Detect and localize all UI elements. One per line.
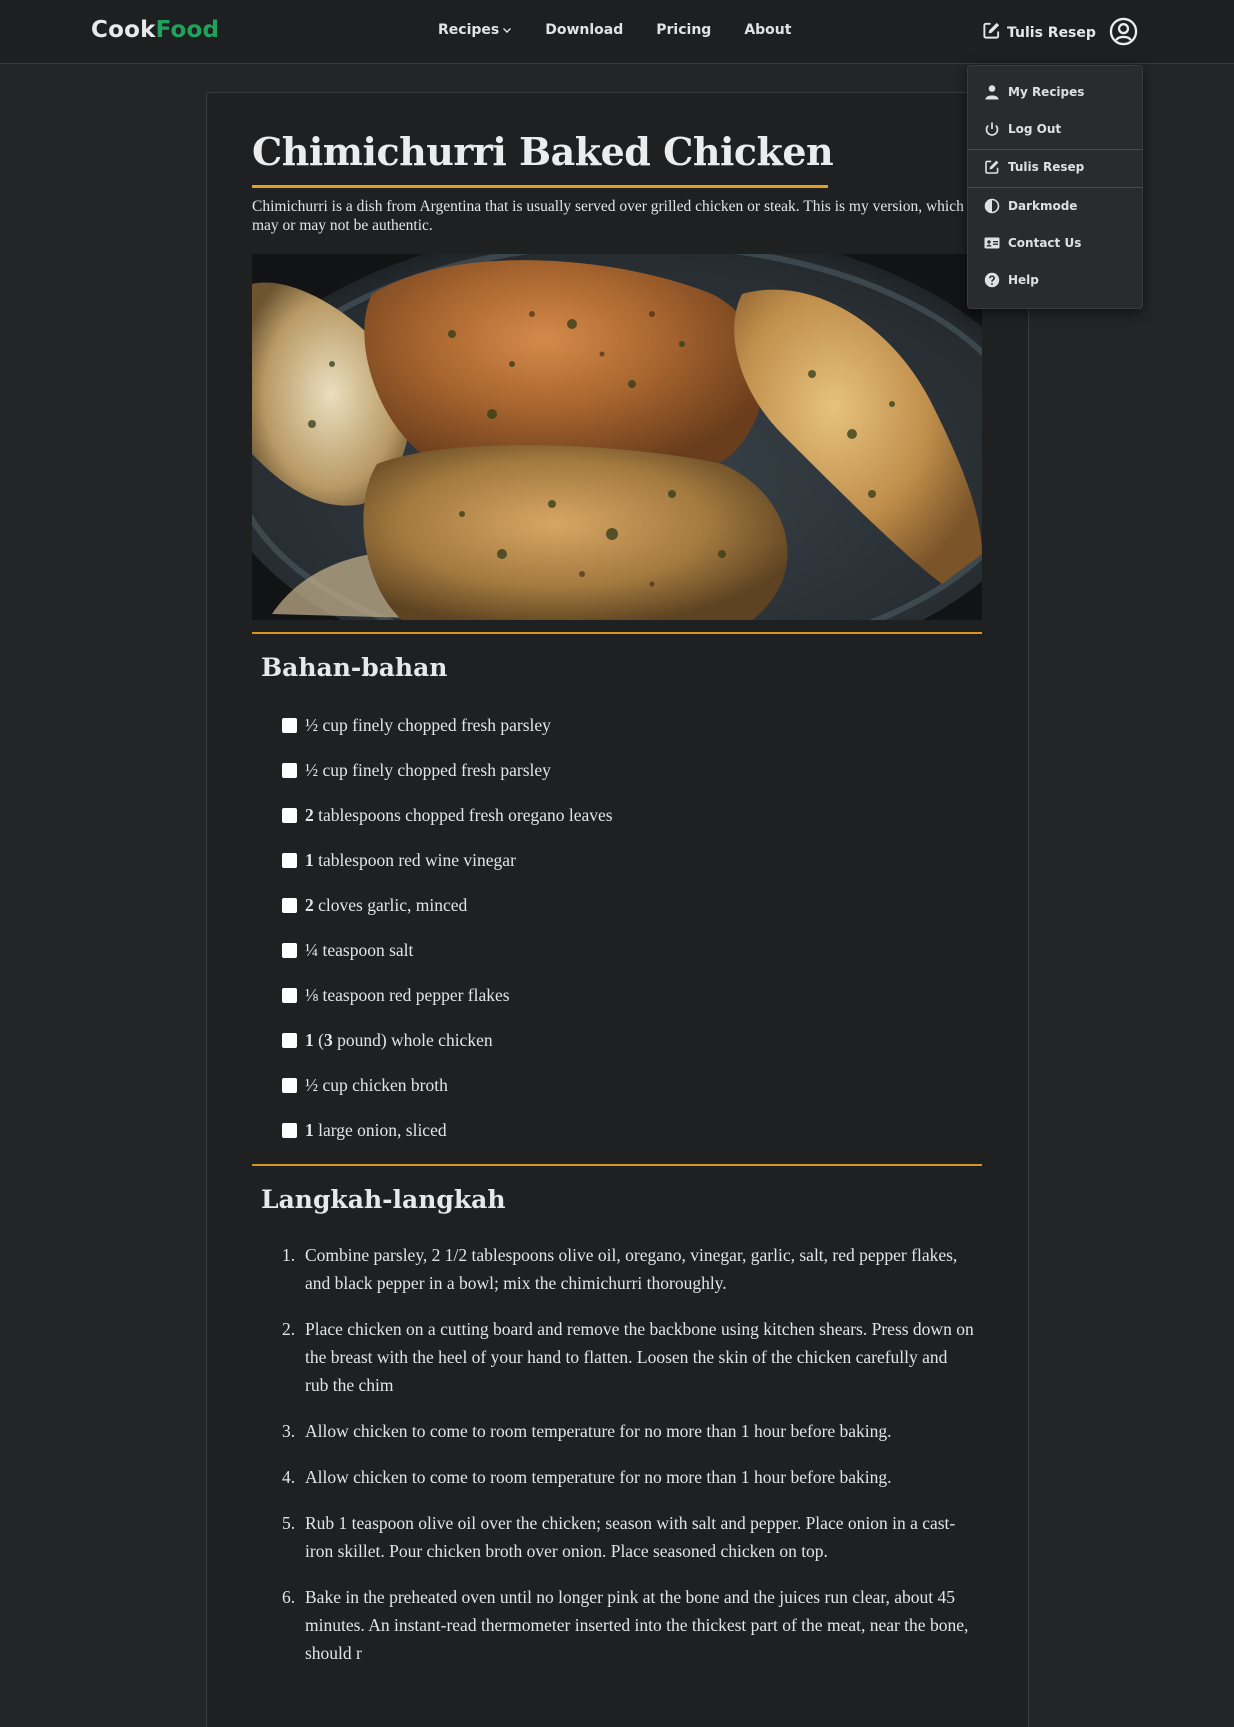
- step-text: Allow chicken to come to room temperatur…: [305, 1421, 892, 1441]
- step-number: 2.: [282, 1319, 296, 1339]
- menu-item-darkmode[interactable]: Darkmode: [968, 189, 1142, 223]
- step-number: 3.: [282, 1421, 296, 1441]
- contact-card-icon: [984, 237, 1000, 249]
- ingredient-item: ⅛ teaspoon red pepper flakes: [282, 985, 882, 1030]
- power-icon: [985, 122, 999, 136]
- nav-about[interactable]: About: [744, 22, 791, 38]
- menu-item-my-recipes-label: My Recipes: [1008, 85, 1085, 99]
- account-dropdown-menu: My Recipes Log Out Tulis Resep Darkmode …: [967, 65, 1143, 309]
- menu-divider: [968, 187, 1142, 188]
- step-text: Rub 1 teaspoon olive oil over the chicke…: [305, 1513, 956, 1561]
- nav-recipes[interactable]: Recipes: [438, 22, 512, 38]
- menu-item-write-recipe-label: Tulis Resep: [1008, 160, 1085, 174]
- chevron-down-icon: [502, 25, 512, 35]
- step-item: 5. Rub 1 teaspoon olive oil over the chic…: [282, 1509, 982, 1565]
- ingredient-text: ⅛ teaspoon red pepper flakes: [305, 985, 510, 1005]
- user-icon: [985, 85, 999, 100]
- help-circle-icon: [984, 272, 1000, 288]
- steps-title: Langkah-langkah: [261, 1185, 506, 1214]
- steps-list: 1. Combine parsley, 2 1/2 tablespoons oli…: [282, 1241, 982, 1685]
- brand-logo-food: Food: [155, 17, 220, 43]
- step-text: Place chicken on a cutting board and rem…: [305, 1319, 974, 1395]
- section-divider: [252, 1164, 982, 1166]
- step-text: Bake in the preheated oven until no long…: [305, 1587, 969, 1663]
- step-text: Combine parsley, 2 1/2 tablespoons olive…: [305, 1245, 958, 1293]
- menu-item-log-out-label: Log Out: [1008, 122, 1062, 136]
- step-number: 4.: [282, 1467, 296, 1487]
- recipe-card: Chimichurri Baked Chicken Chimichurri is…: [206, 92, 1029, 1727]
- menu-item-write-recipe[interactable]: Tulis Resep: [968, 150, 1142, 184]
- ingredient-item: 1 large onion, sliced: [282, 1120, 882, 1165]
- ingredient-text: 1 large onion, sliced: [305, 1120, 447, 1140]
- step-number: 6.: [282, 1587, 296, 1607]
- menu-item-log-out[interactable]: Log Out: [968, 112, 1142, 146]
- ingredient-text: 2 tablespoons chopped fresh oregano leav…: [305, 805, 613, 825]
- user-circle-icon: [1109, 17, 1138, 50]
- ingredient-checkbox[interactable]: [282, 808, 297, 823]
- ingredient-checkbox[interactable]: [282, 943, 297, 958]
- ingredient-item: 2 tablespoons chopped fresh oregano leav…: [282, 805, 882, 850]
- menu-item-help[interactable]: Help: [968, 263, 1142, 297]
- ingredient-item: ½ cup finely chopped fresh parsley: [282, 760, 882, 805]
- ingredient-checkbox[interactable]: [282, 898, 297, 913]
- ingredient-text: 2 cloves garlic, minced: [305, 895, 468, 915]
- recipe-hero-image: [252, 254, 982, 620]
- recipe-description: Chimichurri is a dish from Argentina tha…: [252, 198, 964, 234]
- nav-links: Recipes Download Pricing About: [438, 22, 824, 38]
- write-recipe-label: Tulis Resep: [1007, 24, 1096, 41]
- step-item: 2. Place chicken on a cutting board and r…: [282, 1315, 982, 1399]
- ingredient-text: ½ cup chicken broth: [305, 1075, 448, 1095]
- step-item: 1. Combine parsley, 2 1/2 tablespoons oli…: [282, 1241, 982, 1297]
- ingredients-list: ½ cup finely chopped fresh parsley ½ cup…: [282, 715, 882, 1165]
- ingredient-text: ¼ teaspoon salt: [305, 940, 414, 960]
- step-item: 3. Allow chicken to come to room temperat…: [282, 1417, 982, 1445]
- menu-item-contact-us[interactable]: Contact Us: [968, 226, 1142, 260]
- section-divider: [252, 632, 982, 634]
- ingredient-checkbox[interactable]: [282, 1078, 297, 1093]
- edit-icon: [985, 160, 999, 174]
- nav-pricing[interactable]: Pricing: [656, 22, 711, 38]
- menu-item-my-recipes[interactable]: My Recipes: [968, 75, 1142, 109]
- brand-logo[interactable]: CookFood: [91, 17, 219, 43]
- step-item: 4. Allow chicken to come to room temperat…: [282, 1463, 982, 1491]
- ingredient-item: ½ cup chicken broth: [282, 1075, 882, 1120]
- ingredient-checkbox[interactable]: [282, 988, 297, 1003]
- recipe-title: Chimichurri Baked Chicken: [252, 129, 834, 174]
- nav-download[interactable]: Download: [545, 22, 623, 38]
- ingredient-text: 1 (3 pound) whole chicken: [305, 1030, 493, 1050]
- ingredient-text: ½ cup finely chopped fresh parsley: [305, 715, 551, 735]
- menu-item-help-label: Help: [1008, 273, 1039, 287]
- step-number: 5.: [282, 1513, 296, 1533]
- account-button[interactable]: [1109, 17, 1138, 46]
- ingredient-item: 1 (3 pound) whole chicken: [282, 1030, 882, 1075]
- nav-recipes-label: Recipes: [438, 22, 500, 38]
- navbar: CookFood Recipes Download Pricing About …: [0, 0, 1234, 64]
- ingredient-text: ½ cup finely chopped fresh parsley: [305, 760, 551, 780]
- ingredient-item: ¼ teaspoon salt: [282, 940, 882, 985]
- edit-icon: [982, 21, 1001, 44]
- ingredient-item: 2 cloves garlic, minced: [282, 895, 882, 940]
- ingredients-title: Bahan-bahan: [261, 653, 448, 682]
- ingredient-checkbox[interactable]: [282, 1123, 297, 1138]
- ingredient-checkbox[interactable]: [282, 1033, 297, 1048]
- ingredient-checkbox[interactable]: [282, 853, 297, 868]
- menu-item-contact-us-label: Contact Us: [1008, 236, 1082, 250]
- step-item: 6. Bake in the preheated oven until no lo…: [282, 1583, 982, 1667]
- step-number: 1.: [282, 1245, 296, 1265]
- step-text: Allow chicken to come to room temperatur…: [305, 1467, 892, 1487]
- write-recipe-button[interactable]: Tulis Resep: [982, 21, 1096, 44]
- ingredient-item: 1 tablespoon red wine vinegar: [282, 850, 882, 895]
- ingredient-checkbox[interactable]: [282, 718, 297, 733]
- brand-logo-cook: Cook: [91, 17, 156, 43]
- ingredient-item: ½ cup finely chopped fresh parsley: [282, 715, 882, 760]
- menu-item-darkmode-label: Darkmode: [1008, 199, 1078, 213]
- title-underline: [252, 185, 828, 188]
- ingredient-text: 1 tablespoon red wine vinegar: [305, 850, 516, 870]
- half-circle-icon: [984, 198, 1000, 214]
- ingredient-checkbox[interactable]: [282, 763, 297, 778]
